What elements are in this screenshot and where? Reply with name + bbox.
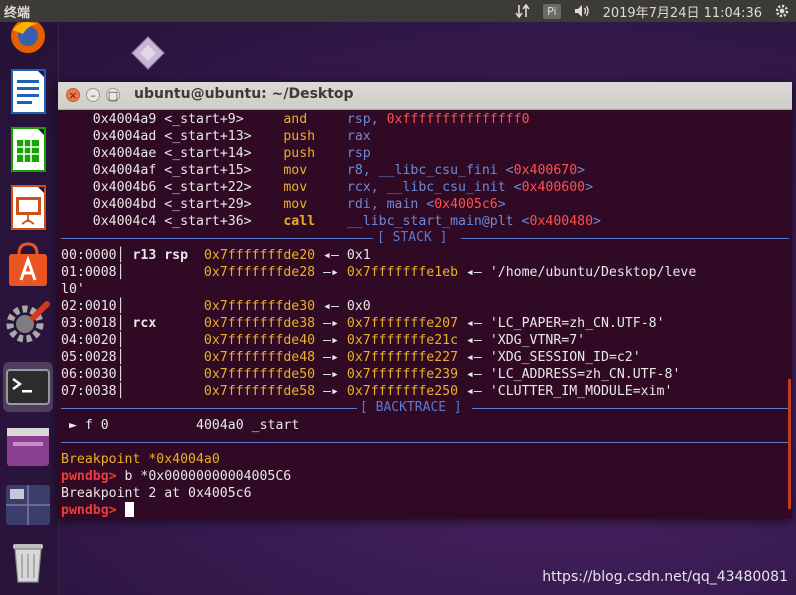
divider-rule [461, 238, 789, 239]
disasm-line: 0x4004bd <_start+29> mov rdi, main <0x40… [92, 197, 506, 212]
console-command-line: pwndbg> b *0x00000000004005C6 [61, 469, 292, 484]
disasm-line: 0x4004ad <_start+13> push rax [92, 129, 371, 144]
sort-arrows-icon[interactable] [515, 3, 531, 19]
workspace-switcher-launcher[interactable] [3, 480, 53, 530]
trash-icon [13, 544, 43, 583]
divider-rule [472, 408, 789, 409]
watermark-text: https://blog.csdn.net/qq_43480081 [542, 569, 788, 585]
disasm-line: 0x4004b6 <_start+22> mov rcx, __libc_csu… [92, 180, 594, 195]
clock[interactable]: 2019年7月24日 11:04:36 [603, 2, 762, 21]
window-maximize-button[interactable]: □ [106, 88, 120, 102]
stack-line: 04:0020│ 0x7fffffffde40 —▸ 0x7fffffffe21… [61, 333, 586, 348]
system-tray: Pi 2019年7月24日 11:04:36 [515, 0, 790, 22]
terminal-icon [6, 369, 50, 405]
stack-divider: [ STACK ] [61, 230, 789, 247]
trash-launcher[interactable] [3, 536, 53, 586]
software-center-launcher[interactable] [3, 240, 53, 290]
stack-line: l0' [61, 282, 85, 297]
disasm-line: 0x4004a9 <_start+9> and rsp, 0xfffffffff… [92, 112, 530, 127]
system-settings-icon [6, 301, 50, 343]
firefox-launcher[interactable] [3, 19, 53, 60]
shopping-bag-icon [9, 242, 47, 286]
calc-launcher[interactable] [3, 124, 53, 174]
terminal-scrollbar[interactable] [788, 379, 791, 509]
bottom-divider [61, 434, 789, 451]
spreadsheet-icon [11, 127, 46, 172]
terminal-output[interactable]: 0x4004a9 <_start+9> and rsp, 0xfffffffff… [58, 109, 792, 519]
launcher [0, 19, 59, 595]
backtrace-header: [ BACKTRACE ] [360, 400, 462, 415]
window-app-icon [7, 428, 49, 466]
window-titlebar[interactable]: × – □ ubuntu@ubuntu: ~/Desktop [58, 82, 792, 110]
top-panel: 终端 Pi 2019年7月24日 11:04:36 [0, 0, 796, 22]
console-output-line: Breakpoint 2 at 0x4005c6 [61, 486, 252, 501]
disasm-line: 0x4004af <_start+15> mov r8, __libc_csu_… [92, 163, 586, 178]
disasm-line: 0x4004ae <_start+14> push rsp [92, 146, 371, 161]
divider-rule [61, 408, 357, 409]
firefox-icon [11, 19, 45, 53]
writer-document-icon [11, 69, 46, 114]
stack-line: 05:0028│ 0x7fffffffde48 —▸ 0x7fffffffe22… [61, 350, 641, 365]
disasm-line: 0x4004c4 <_start+36> call __libc_start_m… [92, 214, 601, 229]
divider-rule [61, 442, 789, 443]
terminal-window[interactable]: × – □ ubuntu@ubuntu: ~/Desktop 0x4004a9 … [58, 82, 792, 519]
stack-line: 06:0030│ 0x7fffffffde50 —▸ 0x7fffffffe23… [61, 367, 681, 382]
backtrace-line: ► f 0 4004a0 _start [68, 418, 300, 433]
stack-line: 02:0010│ 0x7fffffffde30 ◂— 0x0 [61, 299, 371, 314]
stack-line: 01:0008│ 0x7fffffffde28 —▸ 0x7fffffffe1e… [61, 265, 697, 280]
terminal-launcher[interactable] [3, 362, 53, 412]
gear-icon[interactable] [774, 3, 790, 19]
workspace-switcher-icon [6, 485, 50, 525]
stack-line: 07:0038│ 0x7fffffffde58 —▸ 0x7fffffffe25… [61, 384, 673, 399]
breakpoint-message: Breakpoint *0x4004a0 [61, 452, 220, 467]
app-title[interactable]: 终端 [4, 2, 30, 21]
window-close-button[interactable]: × [66, 88, 80, 102]
backtrace-divider: [ BACKTRACE ] [61, 400, 789, 417]
stack-line: 00:0000│ r13 rsp 0x7fffffffde20 ◂— 0x1 [61, 248, 371, 263]
volume-icon[interactable] [573, 3, 591, 19]
window-title: ubuntu@ubuntu: ~/Desktop [134, 86, 354, 102]
stack-line: 03:0018│ rcx 0x7fffffffde38 —▸ 0x7ffffff… [61, 316, 665, 331]
impress-launcher[interactable] [3, 182, 53, 232]
writer-launcher[interactable] [3, 66, 53, 116]
settings-launcher[interactable] [3, 298, 53, 348]
console-input-line[interactable]: pwndbg> [61, 502, 134, 519]
text-cursor [124, 502, 134, 517]
desktop-file-icon[interactable] [130, 35, 166, 71]
stack-header: [ STACK ] [377, 230, 448, 245]
app-launcher-purple[interactable] [3, 422, 53, 472]
divider-rule [61, 238, 373, 239]
input-method-indicator[interactable]: Pi [543, 3, 561, 19]
window-minimize-button[interactable]: – [86, 88, 100, 102]
presentation-icon [11, 185, 46, 230]
